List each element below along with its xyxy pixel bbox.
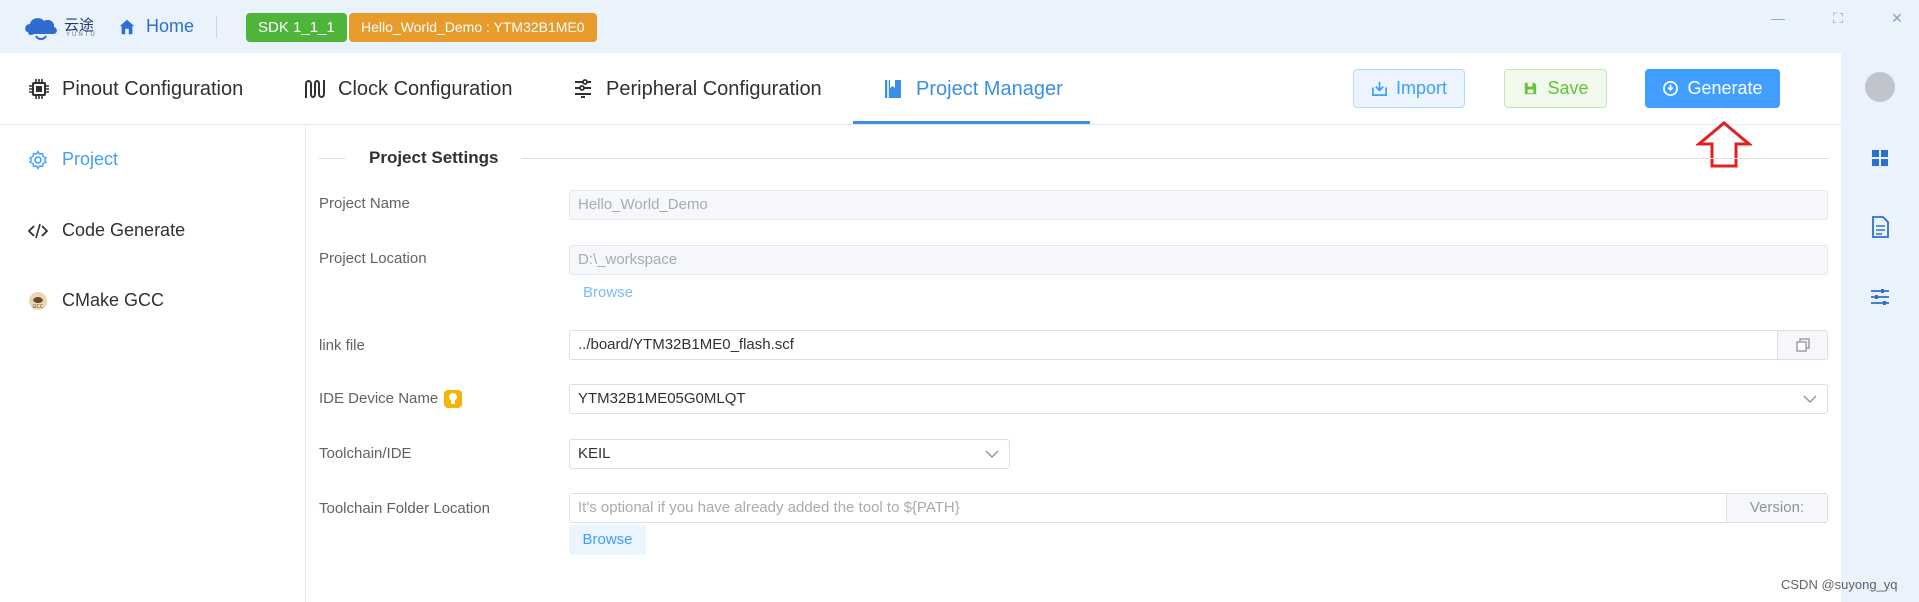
toolchain-label: Toolchain/IDE bbox=[319, 445, 412, 462]
toolchain-browse-button[interactable]: Browse bbox=[569, 525, 646, 555]
tab-label: Peripheral Configuration bbox=[606, 77, 822, 100]
gear-icon bbox=[28, 149, 48, 170]
grid-icon[interactable] bbox=[1868, 146, 1892, 170]
project-location-browse-button[interactable]: Browse bbox=[583, 284, 633, 301]
lightbulb-icon[interactable] bbox=[444, 390, 463, 409]
tab-label: Clock Configuration bbox=[338, 77, 513, 100]
sdk-badge: SDK 1_1_1 bbox=[246, 13, 347, 42]
generate-button[interactable]: Generate bbox=[1645, 69, 1780, 108]
sliders-icon[interactable] bbox=[1868, 285, 1892, 309]
tab-pinout-configuration[interactable]: Pinout Configuration bbox=[28, 53, 243, 125]
home-label: Home bbox=[146, 16, 195, 36]
link-file-value: ../board/YTM32B1ME0_flash.scf bbox=[578, 336, 794, 353]
svg-text:GCC: GCC bbox=[33, 304, 44, 310]
sidebar-item-cmake-gcc[interactable]: GCC CMake GCC bbox=[28, 290, 164, 311]
project-name-field: Hello_World_Demo bbox=[569, 190, 1828, 220]
generate-icon bbox=[1663, 81, 1679, 96]
ide-device-label: IDE Device Name bbox=[319, 390, 463, 409]
toolchain-value: KEIL bbox=[578, 445, 611, 462]
left-sidebar: Project Code Generate GCC CMake GCC bbox=[0, 125, 306, 602]
divider bbox=[216, 16, 217, 38]
sidebar-item-project[interactable]: Project bbox=[28, 149, 118, 170]
annotation-arrow-icon bbox=[1696, 121, 1752, 168]
sidebar-item-label: Project bbox=[62, 149, 119, 169]
import-label: Import bbox=[1395, 78, 1447, 98]
active-tab-indicator bbox=[853, 121, 1090, 124]
home-icon bbox=[119, 19, 135, 34]
chip-icon bbox=[29, 79, 49, 99]
section-divider bbox=[319, 158, 345, 159]
copy-button[interactable] bbox=[1777, 331, 1827, 359]
project-badge: Hello_World_Demo : YTM32B1ME0 bbox=[349, 13, 597, 42]
import-button[interactable]: Import bbox=[1353, 69, 1465, 108]
tab-label: Pinout Configuration bbox=[62, 77, 244, 100]
chevron-down-icon bbox=[985, 450, 999, 458]
generate-label: Generate bbox=[1687, 78, 1763, 98]
ide-device-select[interactable]: YTM32B1ME05G0MLQT bbox=[569, 384, 1828, 414]
toolchain-select[interactable]: KEIL bbox=[569, 439, 1010, 469]
sidebar-item-label: Code Generate bbox=[62, 220, 186, 240]
logo-subtext: YUNTU bbox=[66, 32, 97, 38]
tab-project-manager[interactable]: Project Manager bbox=[882, 53, 1063, 125]
project-location-field: D:\_workspace bbox=[569, 245, 1828, 275]
avatar[interactable] bbox=[1865, 72, 1895, 102]
title-bar: 云途 YUNTU Home SDK 1_1_1 Hello_World_Demo… bbox=[0, 0, 1919, 53]
save-icon bbox=[1525, 82, 1537, 95]
copy-icon bbox=[1796, 338, 1810, 352]
home-link[interactable]: Home bbox=[118, 16, 194, 37]
toolchain-folder-label: Toolchain Folder Location bbox=[319, 500, 490, 517]
sidebar-item-code-generate[interactable]: Code Generate bbox=[28, 220, 185, 241]
close-icon[interactable]: ✕ bbox=[1885, 8, 1909, 28]
ide-device-value: YTM32B1ME05G0MLQT bbox=[578, 390, 746, 407]
clock-wave-icon bbox=[305, 80, 325, 98]
tab-label: Project Manager bbox=[916, 77, 1063, 100]
chevron-down-icon bbox=[1803, 395, 1817, 403]
project-name-label: Project Name bbox=[319, 195, 410, 212]
minimize-icon[interactable]: — bbox=[1766, 8, 1790, 28]
code-icon bbox=[28, 223, 48, 238]
right-sidebar bbox=[1841, 53, 1919, 602]
version-addon: Version: bbox=[1726, 494, 1827, 522]
maximize-icon[interactable]: ⛶ bbox=[1826, 8, 1850, 28]
toolchain-folder-input[interactable]: It's optional if you have already added … bbox=[569, 493, 1828, 523]
watermark: CSDN @suyong_yq bbox=[1781, 577, 1898, 592]
link-file-label: link file bbox=[319, 337, 365, 354]
ide-device-label-text: IDE Device Name bbox=[319, 390, 439, 407]
document-icon[interactable] bbox=[1868, 215, 1892, 239]
save-label: Save bbox=[1547, 78, 1589, 98]
gcc-icon: GCC bbox=[29, 291, 47, 310]
toolchain-folder-placeholder: It's optional if you have already added … bbox=[578, 499, 960, 516]
link-file-field[interactable]: ../board/YTM32B1ME0_flash.scf bbox=[569, 330, 1828, 360]
import-icon bbox=[1372, 81, 1387, 96]
book-icon bbox=[885, 80, 901, 98]
section-divider bbox=[521, 158, 1829, 159]
sidebar-item-label: CMake GCC bbox=[62, 290, 165, 310]
peripheral-icon bbox=[575, 79, 591, 98]
tab-peripheral-configuration[interactable]: Peripheral Configuration bbox=[572, 53, 822, 125]
project-location-label: Project Location bbox=[319, 250, 427, 267]
tab-clock-configuration[interactable]: Clock Configuration bbox=[304, 53, 513, 125]
save-button[interactable]: Save bbox=[1504, 69, 1607, 108]
section-title: Project Settings bbox=[369, 148, 499, 167]
